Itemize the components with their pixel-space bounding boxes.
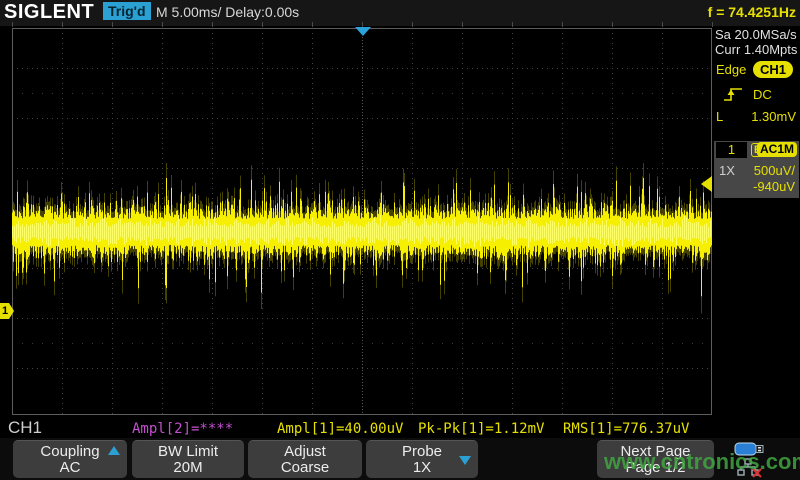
usb-storage-icon	[734, 441, 768, 457]
trigger-coupling-readout: DC	[753, 87, 772, 102]
menu-label: Adjust	[248, 443, 362, 460]
measurement-channel-label: CH1	[8, 418, 42, 438]
channel1-info-box[interactable]: 1 B AC1M 1X 500uV/ -940uV	[714, 141, 799, 198]
trigger-status-badge: Trig'd	[103, 2, 151, 20]
menu-value: Page 1/2	[597, 460, 714, 476]
brand-logo: SIGLENT	[4, 1, 94, 24]
measurement-pkpk1: Pk-Pk[1]=1.12mV	[418, 421, 544, 437]
oscilloscope-screen: SIGLENT Trig'd M 5.00ms/ Delay:0.00s f =…	[0, 0, 800, 480]
menu-label: BW Limit	[132, 443, 244, 460]
channel-number: 1	[716, 142, 747, 158]
measurement-rms1: RMS[1]=776.37uV	[563, 421, 689, 437]
measurement-ampl2: Ampl[2]=****	[132, 421, 233, 437]
rising-edge-icon	[722, 85, 744, 103]
menu-value: 20M	[132, 460, 244, 476]
coupling-impedance-badge: AC1M	[757, 142, 797, 157]
trigger-level-value: 1.30mV	[730, 109, 796, 124]
sample-rate-readout: Sa 20.0MSa/s	[715, 27, 797, 42]
menu-button-probe[interactable]: Probe 1X	[366, 440, 478, 478]
memory-depth-readout: Curr 1.40Mpts	[715, 42, 797, 57]
channel1-waveform-trace	[12, 28, 712, 415]
menu-label: Next Page	[597, 443, 714, 460]
probe-attenuation-readout: 1X	[719, 163, 735, 178]
menu-button-coupling[interactable]: Coupling AC	[13, 440, 127, 478]
menu-up-arrow-icon	[108, 446, 120, 455]
lan-disconnected-icon	[737, 458, 765, 478]
measurement-ampl1: Ampl[1]=40.00uV	[277, 421, 403, 437]
menu-button-next-page[interactable]: Next Page Page 1/2	[597, 440, 714, 478]
menu-button-bw-limit[interactable]: BW Limit 20M	[132, 440, 244, 478]
trigger-source-badge: CH1	[753, 61, 793, 78]
frequency-counter: f = 74.4251Hz	[708, 4, 796, 20]
timebase-readout: M 5.00ms/ Delay:0.00s	[156, 4, 299, 20]
channel-offset-readout: -940uV	[753, 179, 795, 194]
volts-per-div-readout: 500uV/	[754, 163, 795, 178]
trigger-position-marker[interactable]	[355, 27, 371, 36]
menu-button-adjust[interactable]: Adjust Coarse	[248, 440, 362, 478]
trigger-type-label: Edge	[716, 62, 746, 77]
menu-down-arrow-icon	[459, 456, 471, 465]
menu-value: AC	[13, 460, 127, 476]
trigger-level-label: L	[716, 109, 723, 124]
menu-value: Coarse	[248, 460, 362, 476]
